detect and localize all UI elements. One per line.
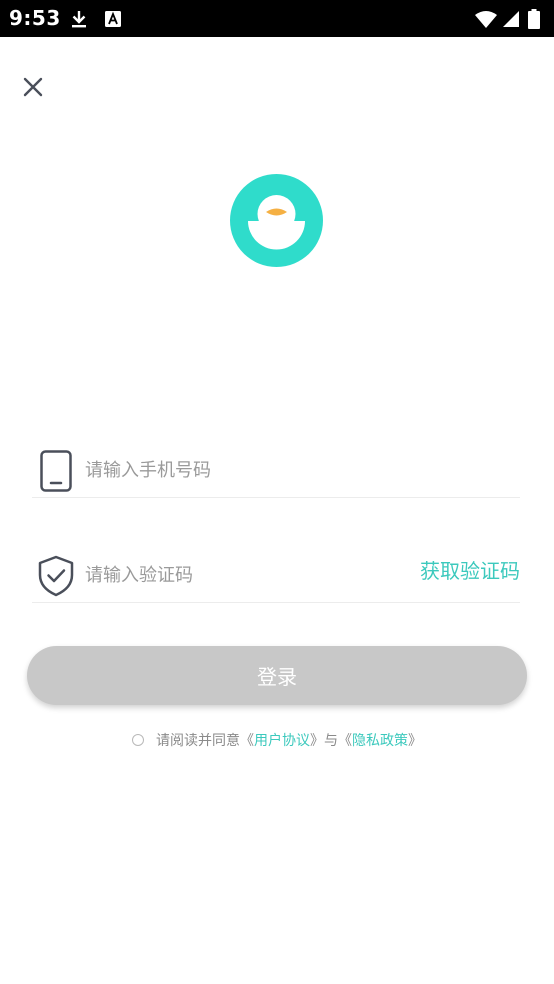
login-button[interactable]: 登录 [27, 646, 527, 705]
get-code-button[interactable]: 获取验证码 [420, 555, 520, 584]
signal-icon [502, 0, 520, 37]
download-icon [70, 0, 88, 37]
status-time: 9:53 [9, 6, 61, 30]
close-button[interactable] [19, 73, 47, 101]
battery-icon [528, 0, 540, 37]
chick-logo-icon [230, 174, 323, 267]
phone-row [32, 438, 520, 498]
shield-check-icon [36, 554, 76, 598]
verification-code-input[interactable] [85, 559, 385, 591]
user-agreement-link[interactable]: 用户协议 [254, 730, 310, 750]
app-logo [230, 174, 323, 267]
phone-icon [36, 449, 76, 493]
agreement-checkbox[interactable] [132, 734, 144, 746]
privacy-policy-link[interactable]: 隐私政策 [352, 730, 408, 750]
open-quote: 《 [338, 733, 352, 749]
wifi-icon [475, 0, 497, 37]
agreement-conjunction: 与 [324, 733, 338, 749]
close-quote: 》 [310, 733, 324, 749]
status-bar: 9:53 [0, 0, 554, 37]
a-box-icon [104, 0, 122, 37]
phone-input[interactable] [85, 454, 385, 486]
code-row: 获取验证码 [32, 543, 520, 603]
close-icon[interactable] [23, 77, 43, 97]
agreement-prefix: 请阅读并同意 [156, 733, 240, 749]
open-quote: 《 [240, 733, 254, 749]
close-quote: 》 [408, 733, 422, 749]
agreement-row: 请阅读并同意 《 用户协议 》 与 《 隐私政策 》 [0, 728, 554, 752]
